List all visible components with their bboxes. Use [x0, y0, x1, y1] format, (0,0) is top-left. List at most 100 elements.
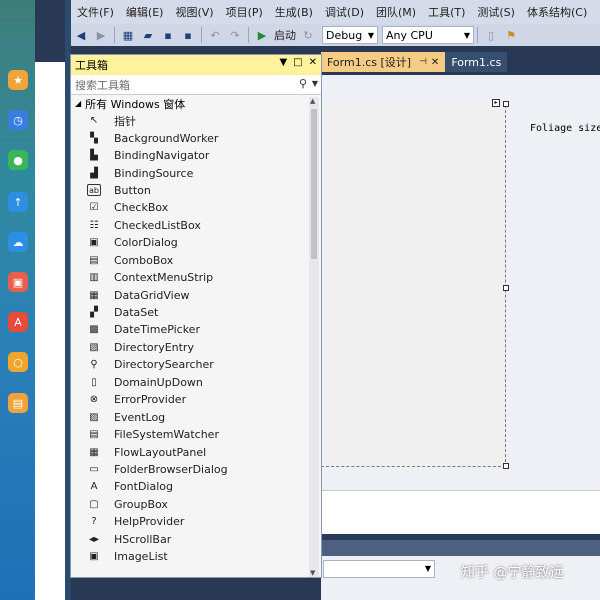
- toolbox-item[interactable]: ▣ ImageList: [71, 548, 309, 565]
- resize-handle[interactable]: [503, 285, 509, 291]
- toolbox-item[interactable]: ▯ DomainUpDown: [71, 374, 309, 391]
- back-icon[interactable]: ◀: [73, 27, 89, 43]
- tab-form1-design[interactable]: Form1.cs [设计] ⊣ ✕: [321, 52, 446, 72]
- menu-view[interactable]: 视图(V): [169, 4, 219, 20]
- component-tray[interactable]: [321, 490, 600, 534]
- toolbox-item[interactable]: A FontDialog: [71, 478, 309, 495]
- toolbox-item[interactable]: ▩ DateTimePicker: [71, 321, 309, 338]
- menu-tools[interactable]: 工具(T): [422, 4, 471, 20]
- toolbox-item[interactable]: ▧ DirectoryEntry: [71, 339, 309, 356]
- output-source-dropdown[interactable]: ▼: [323, 560, 435, 578]
- toolbox-item[interactable]: ▤ ComboBox: [71, 252, 309, 269]
- menu-architecture[interactable]: 体系结构(C): [521, 4, 593, 20]
- toolbox-item[interactable]: ? HelpProvider: [71, 513, 309, 530]
- toolbox-item[interactable]: ▨ EventLog: [71, 408, 309, 425]
- folder-icon[interactable]: ▤: [8, 393, 28, 413]
- cloud-icon[interactable]: ☁: [8, 232, 28, 252]
- form-design-surface[interactable]: [321, 105, 506, 467]
- combobox-icon: ▤: [89, 254, 99, 266]
- toolbox-item[interactable]: ▚ BackgroundWorker: [71, 129, 309, 146]
- maximize-icon[interactable]: □: [293, 57, 302, 68]
- menu-project[interactable]: 项目(P): [220, 4, 269, 20]
- clock-icon[interactable]: ◷: [8, 110, 28, 130]
- save-all-icon[interactable]: ▪: [180, 27, 196, 43]
- toolbox-item[interactable]: ▞ DataSet: [71, 304, 309, 321]
- toolbox-panel: 工具箱 ▼ □ ✕ 搜索工具箱 ⚲ ▼ ◢ 所有 Windows 窗体 ↖ 指针 ▚…: [70, 54, 322, 578]
- menu-file[interactable]: 文件(F): [71, 4, 120, 20]
- search-icon[interactable]: ⚲: [299, 77, 307, 90]
- toolbox-item[interactable]: ▦ DataGridView: [71, 286, 309, 303]
- menu-debug[interactable]: 调试(D): [319, 4, 370, 20]
- new-project-icon[interactable]: ▦: [120, 27, 136, 43]
- attach-icon[interactable]: ▯: [483, 27, 499, 43]
- toolbox-item[interactable]: ▭ FolderBrowserDialog: [71, 461, 309, 478]
- toolbox-item-label: DateTimePicker: [114, 323, 200, 337]
- close-icon[interactable]: ✕: [431, 57, 439, 68]
- chat-icon[interactable]: ●: [8, 150, 28, 170]
- star-icon[interactable]: ★: [8, 70, 28, 90]
- menu-team[interactable]: 团队(M): [370, 4, 422, 20]
- toolbox-item[interactable]: ▦ FlowLayoutPanel: [71, 443, 309, 460]
- toolbox-item[interactable]: ☷ CheckedListBox: [71, 217, 309, 234]
- toolbox-search-input[interactable]: 搜索工具箱 ⚲ ▼: [71, 75, 321, 95]
- tab-form1-code[interactable]: Form1.cs: [445, 52, 508, 72]
- scroll-down-icon[interactable]: ▼: [310, 569, 315, 577]
- toolbox-scrollbar[interactable]: ▲ ▼: [309, 97, 319, 577]
- scrollbar-thumb[interactable]: [311, 109, 317, 259]
- dropdown-arrow-icon[interactable]: ▼: [279, 57, 287, 68]
- toolbox-item[interactable]: ⊗ ErrorProvider: [71, 391, 309, 408]
- toolbox-title: 工具箱: [75, 59, 108, 72]
- smart-tag-arrow-icon[interactable]: ▸: [492, 99, 500, 107]
- toolbox-item-label: DirectorySearcher: [114, 358, 214, 372]
- folderbrowserdialog-icon: ▭: [89, 463, 99, 475]
- pin-icon[interactable]: ⊣: [419, 57, 427, 67]
- pdf-icon[interactable]: A: [8, 312, 28, 332]
- collapse-triangle-icon[interactable]: ◢: [75, 99, 81, 108]
- close-icon[interactable]: ✕: [309, 57, 317, 68]
- toolbox-item[interactable]: ▢ GroupBox: [71, 496, 309, 513]
- toolbox-item[interactable]: ▤ FileSystemWatcher: [71, 426, 309, 443]
- solution-config-dropdown[interactable]: Debug ▼: [322, 26, 378, 44]
- resize-handle[interactable]: [503, 463, 509, 469]
- form-label-text[interactable]: Foliage size: [530, 123, 600, 134]
- start-button-label[interactable]: 启动: [274, 27, 296, 43]
- platform-value: Any CPU: [386, 28, 433, 42]
- resize-handle[interactable]: [503, 101, 509, 107]
- share-icon[interactable]: ↑: [8, 192, 28, 212]
- open-file-icon[interactable]: ▰: [140, 27, 156, 43]
- undo-icon[interactable]: ↶: [207, 27, 223, 43]
- start-debug-icon[interactable]: ▶: [254, 27, 270, 43]
- toolbox-item[interactable]: ▙ BindingNavigator: [71, 147, 309, 164]
- toolbar-separator: [201, 27, 202, 43]
- toolbox-item[interactable]: ▥ ContextMenuStrip: [71, 269, 309, 286]
- chevron-down-icon[interactable]: ▼: [312, 79, 318, 88]
- toolbox-item[interactable]: ▣ ColorDialog: [71, 234, 309, 251]
- toolbox-item[interactable]: ▟ BindingSource: [71, 164, 309, 181]
- toolbox-item[interactable]: ☑ CheckBox: [71, 199, 309, 216]
- toolbox-item-label: FileSystemWatcher: [114, 428, 219, 442]
- toolbox-group-header[interactable]: ◢ 所有 Windows 窗体: [71, 95, 309, 112]
- document-tab-strip: Form1.cs [设计] ⊣ ✕ Form1.cs: [321, 50, 600, 72]
- imagelist-icon: ▣: [89, 551, 99, 563]
- menu-build[interactable]: 生成(B): [269, 4, 319, 20]
- save-icon[interactable]: ▪: [160, 27, 176, 43]
- toolbox-item[interactable]: ⚲ DirectorySearcher: [71, 356, 309, 373]
- scroll-up-icon[interactable]: ▲: [310, 97, 315, 105]
- toolbox-item-list: ◢ 所有 Windows 窗体 ↖ 指针 ▚ BackgroundWorker ▙ Bin…: [71, 95, 309, 577]
- menu-test[interactable]: 测试(S): [471, 4, 521, 20]
- photo-icon[interactable]: ▣: [8, 272, 28, 292]
- toolbox-item[interactable]: ◂▸ HScrollBar: [71, 531, 309, 548]
- forward-icon[interactable]: ▶: [93, 27, 109, 43]
- platform-dropdown[interactable]: Any CPU ▼: [382, 26, 474, 44]
- bindingsource-icon: ▟: [90, 167, 98, 179]
- toolbox-item[interactable]: ab Button: [71, 182, 309, 199]
- search-icon[interactable]: ○: [8, 352, 28, 372]
- toolbar-separator: [114, 27, 115, 43]
- form-designer[interactable]: ▸ Foliage size: [321, 75, 600, 490]
- toolbox-item-label: ErrorProvider: [114, 393, 187, 407]
- toolbox-item[interactable]: ↖ 指针: [71, 112, 309, 129]
- find-icon[interactable]: ⚑: [503, 27, 519, 43]
- refresh-icon[interactable]: ↻: [300, 27, 316, 43]
- redo-icon[interactable]: ↷: [227, 27, 243, 43]
- menu-edit[interactable]: 编辑(E): [120, 4, 170, 20]
